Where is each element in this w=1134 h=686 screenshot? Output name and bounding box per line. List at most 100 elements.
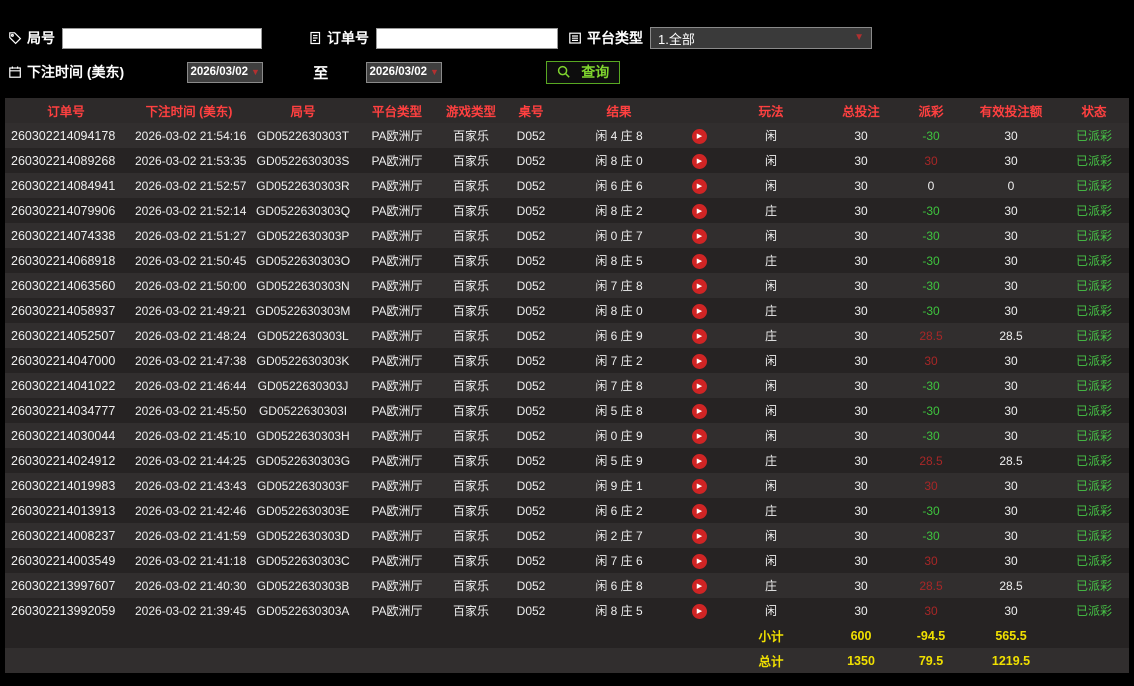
cell-play: 闲: [764, 354, 777, 368]
cell-result: 闲 6 庄 9: [595, 329, 643, 343]
cell-bet: 30: [854, 378, 868, 393]
platform-type-select[interactable]: 1.全部 ▼: [650, 27, 872, 49]
cell-time: 2026-03-02 21:41:18: [135, 553, 247, 568]
column-header: 派彩: [899, 98, 963, 123]
cell-order: 260302214030044: [11, 428, 116, 443]
play-video-icon[interactable]: ▶: [691, 504, 707, 519]
date-from-value: 2026/03/02: [190, 66, 249, 78]
column-header: 总投注: [823, 98, 899, 123]
play-video-icon[interactable]: ▶: [691, 154, 707, 169]
cell-platform: PA欧洲厅: [371, 554, 423, 568]
cell-play-button: ▶: [679, 548, 719, 573]
cell-result: 闲 8 庄 5: [595, 254, 643, 268]
query-button[interactable]: 查询: [546, 60, 621, 84]
cell-round: GD0522630303N: [256, 278, 350, 293]
list-icon: [568, 31, 582, 45]
round-number-input[interactable]: [62, 27, 262, 49]
cell-result: 闲 8 庄 2: [595, 204, 643, 218]
cell-play-button: ▶: [679, 523, 719, 548]
play-video-icon[interactable]: ▶: [691, 354, 707, 369]
play-video-icon[interactable]: ▶: [691, 129, 707, 144]
subtotal-row: 小计 600 -94.5 565.5: [5, 623, 1129, 648]
filter-bar: 局号 订单号 平台类型 1.全部 ▼ 下注时间 (美东) 2026/03/02 …: [0, 0, 1134, 84]
cell-platform: PA欧洲厅: [371, 229, 423, 243]
cell-play: 闲: [764, 379, 777, 393]
cell-play: 庄: [764, 579, 777, 593]
play-video-icon[interactable]: ▶: [691, 179, 707, 194]
cell-game: 百家乐: [452, 529, 489, 543]
grand-total-label: 总计: [758, 655, 784, 669]
cell-time: 2026-03-02 21:47:38: [135, 353, 247, 368]
cell-bet: 30: [854, 478, 868, 493]
table-row: 260302214024912 2026-03-02 21:44:25 GD0522…: [5, 448, 1129, 473]
cell-play: 闲: [764, 229, 777, 243]
cell-order: 260302214024912: [11, 453, 116, 468]
cell-game: 百家乐: [452, 454, 489, 468]
cell-payout: 0: [927, 178, 935, 193]
cell-round: GD0522630303G: [255, 453, 351, 468]
play-video-icon[interactable]: ▶: [691, 554, 707, 569]
play-video-icon[interactable]: ▶: [691, 429, 707, 444]
play-video-icon[interactable]: ▶: [691, 479, 707, 494]
cell-result: 闲 7 庄 6: [595, 554, 643, 568]
play-video-icon[interactable]: ▶: [691, 204, 707, 219]
cell-round: GD0522630303A: [256, 603, 350, 618]
cell-bet: 30: [854, 228, 868, 243]
date-from-picker[interactable]: 2026/03/02 ▼: [187, 61, 264, 83]
cell-status: 已派彩: [1075, 154, 1112, 168]
cell-table: D052: [516, 428, 546, 443]
cell-play: 庄: [764, 204, 777, 218]
cell-platform: PA欧洲厅: [371, 129, 423, 143]
cell-game: 百家乐: [452, 129, 489, 143]
cell-round: GD0522630303J: [257, 378, 349, 393]
play-video-icon[interactable]: ▶: [691, 529, 707, 544]
cell-play: 庄: [764, 504, 777, 518]
play-video-icon[interactable]: ▶: [691, 579, 707, 594]
table-row: 260302214013913 2026-03-02 21:42:46 GD0522…: [5, 498, 1129, 523]
cell-game: 百家乐: [452, 229, 489, 243]
table-footer: 小计 600 -94.5 565.5 总计 1350 79.5 1219.5: [5, 623, 1129, 673]
cell-table: D052: [516, 503, 546, 518]
cell-result: 闲 0 庄 9: [595, 429, 643, 443]
play-video-icon[interactable]: ▶: [691, 604, 707, 619]
cell-bet: 30: [854, 403, 868, 418]
table-row: 260302214041022 2026-03-02 21:46:44 GD0522…: [5, 373, 1129, 398]
cell-payout: 28.5: [919, 328, 943, 343]
play-video-icon[interactable]: ▶: [691, 329, 707, 344]
cell-time: 2026-03-02 21:39:45: [135, 603, 247, 618]
cell-bet: 30: [854, 178, 868, 193]
cell-play: 闲: [764, 129, 777, 143]
cell-round: GD0522630303O: [255, 253, 351, 268]
cell-play-button: ▶: [679, 473, 719, 498]
play-video-icon[interactable]: ▶: [691, 404, 707, 419]
table-row: 260302214047000 2026-03-02 21:47:38 GD0522…: [5, 348, 1129, 373]
cell-order: 260302214058937: [11, 303, 116, 318]
cell-table: D052: [516, 303, 546, 318]
cell-result: 闲 6 庄 8: [595, 579, 643, 593]
play-video-icon[interactable]: ▶: [691, 254, 707, 269]
play-video-icon[interactable]: ▶: [691, 229, 707, 244]
play-video-icon[interactable]: ▶: [691, 279, 707, 294]
order-number-input[interactable]: [376, 27, 558, 49]
cell-play: 闲: [764, 529, 777, 543]
date-to-picker[interactable]: 2026/03/02 ▼: [366, 61, 443, 83]
cell-result: 闲 8 庄 0: [595, 154, 643, 168]
cell-status: 已派彩: [1075, 454, 1112, 468]
cell-play: 庄: [764, 454, 777, 468]
table-header-row: 订单号 下注时间 (美东) 局号 平台类型 游戏类型 桌号 结果 玩法 总投注 派彩 有效投注额 状态: [5, 98, 1129, 123]
cell-status: 已派彩: [1075, 554, 1112, 568]
cell-game: 百家乐: [452, 254, 489, 268]
cell-order: 260302214068918: [11, 253, 116, 268]
cell-status: 已派彩: [1075, 354, 1112, 368]
play-video-icon[interactable]: ▶: [691, 304, 707, 319]
play-video-icon[interactable]: ▶: [691, 454, 707, 469]
cell-platform: PA欧洲厅: [371, 179, 423, 193]
cell-platform: PA欧洲厅: [371, 504, 423, 518]
cell-bet: 30: [854, 428, 868, 443]
play-video-icon[interactable]: ▶: [691, 379, 707, 394]
cell-game: 百家乐: [452, 554, 489, 568]
cell-valid: 28.5: [999, 328, 1023, 343]
cell-payout: 30: [924, 603, 938, 618]
query-button-label: 查询: [581, 64, 610, 80]
cell-round: GD0522630303C: [256, 553, 350, 568]
